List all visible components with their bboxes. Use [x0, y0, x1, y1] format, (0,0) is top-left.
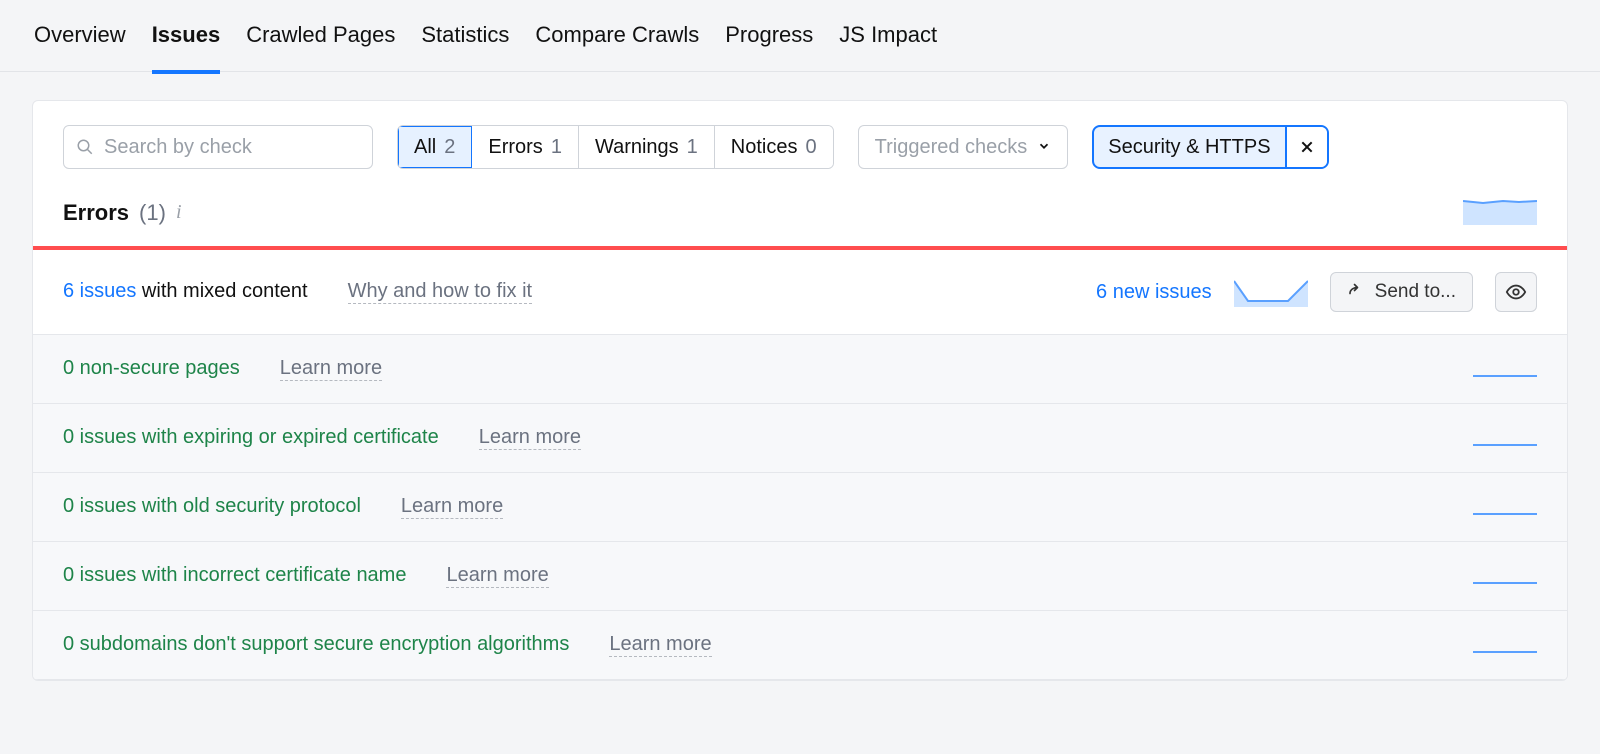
- issue-title: 0 issues with expiring or expired certif…: [63, 426, 439, 449]
- learn-more-link[interactable]: Learn more: [446, 564, 548, 588]
- send-to-button[interactable]: Send to...: [1330, 272, 1473, 312]
- info-icon[interactable]: i: [176, 201, 182, 224]
- search-icon: [76, 138, 94, 156]
- issue-sparkline-flat: [1473, 651, 1537, 653]
- issue-row-mixed-content[interactable]: 6 issues with mixed content Why and how …: [33, 250, 1567, 335]
- top-nav: Overview Issues Crawled Pages Statistics…: [0, 0, 1600, 72]
- tab-crawled-pages[interactable]: Crawled Pages: [246, 8, 395, 74]
- issue-sparkline: [1234, 277, 1308, 307]
- tab-compare-crawls[interactable]: Compare Crawls: [535, 8, 699, 74]
- segment-notices[interactable]: Notices 0: [715, 126, 833, 168]
- segment-all[interactable]: All 2: [398, 126, 472, 168]
- segment-errors[interactable]: Errors 1: [472, 126, 579, 168]
- learn-more-link[interactable]: Learn more: [401, 495, 503, 519]
- issue-sparkline-flat: [1473, 582, 1537, 584]
- segment-label: Notices: [731, 136, 798, 159]
- issue-title: 0 non-secure pages: [63, 357, 240, 380]
- section-sparkline: [1463, 195, 1537, 225]
- tab-statistics[interactable]: Statistics: [421, 8, 509, 74]
- tab-overview[interactable]: Overview: [34, 8, 126, 74]
- send-to-label: Send to...: [1375, 281, 1456, 303]
- learn-more-link[interactable]: Learn more: [609, 633, 711, 657]
- learn-more-link[interactable]: Learn more: [479, 426, 581, 450]
- segment-warnings[interactable]: Warnings 1: [579, 126, 715, 168]
- new-issues-link[interactable]: 6 new issues: [1096, 281, 1212, 304]
- tab-issues[interactable]: Issues: [152, 8, 221, 74]
- search-input[interactable]: [104, 136, 360, 159]
- tab-js-impact[interactable]: JS Impact: [839, 8, 937, 74]
- filter-bar: All 2 Errors 1 Warnings 1 Notices 0 Trig…: [33, 101, 1567, 191]
- segment-label: Warnings: [595, 136, 679, 159]
- issue-title: 0 subdomains don't support secure encryp…: [63, 633, 569, 656]
- section-count: (1): [139, 200, 166, 226]
- issue-title: 0 issues with incorrect certificate name: [63, 564, 406, 587]
- share-arrow-icon: [1347, 283, 1365, 301]
- issue-title: 0 issues with old security protocol: [63, 495, 361, 518]
- severity-segmented: All 2 Errors 1 Warnings 1 Notices 0: [397, 125, 834, 169]
- segment-count: 2: [444, 136, 455, 159]
- segment-count: 0: [806, 136, 817, 159]
- tab-progress[interactable]: Progress: [725, 8, 813, 74]
- filter-tag-security-https: Security & HTTPS: [1092, 125, 1328, 169]
- issue-row-non-secure-pages[interactable]: 0 non-secure pages Learn more: [33, 335, 1567, 404]
- segment-count: 1: [687, 136, 698, 159]
- issues-panel: All 2 Errors 1 Warnings 1 Notices 0 Trig…: [32, 100, 1568, 681]
- eye-icon: [1505, 281, 1527, 303]
- issue-row-expiring-certificate[interactable]: 0 issues with expiring or expired certif…: [33, 404, 1567, 473]
- issue-sparkline-flat: [1473, 375, 1537, 377]
- section-title: Errors: [63, 200, 129, 226]
- chevron-down-icon: [1037, 136, 1051, 159]
- segment-label: Errors: [488, 136, 542, 159]
- segment-count: 1: [551, 136, 562, 159]
- issue-row-old-security-protocol[interactable]: 0 issues with old security protocol Lear…: [33, 473, 1567, 542]
- dropdown-label: Triggered checks: [875, 136, 1028, 159]
- issue-sparkline-flat: [1473, 444, 1537, 446]
- learn-more-link[interactable]: Learn more: [280, 357, 382, 381]
- search-field[interactable]: [63, 125, 373, 169]
- close-icon: [1299, 139, 1315, 155]
- filter-tag-label[interactable]: Security & HTTPS: [1094, 127, 1284, 167]
- issue-row-incorrect-certificate-name[interactable]: 0 issues with incorrect certificate name…: [33, 542, 1567, 611]
- issue-title: 6 issues with mixed content: [63, 280, 308, 303]
- issue-row-subdomains-no-secure-algo[interactable]: 0 subdomains don't support secure encryp…: [33, 611, 1567, 680]
- segment-label: All: [414, 136, 436, 159]
- filter-tag-remove[interactable]: [1285, 127, 1327, 167]
- why-and-how-link[interactable]: Why and how to fix it: [348, 280, 533, 304]
- triggered-checks-dropdown[interactable]: Triggered checks: [858, 125, 1069, 169]
- errors-section-header: Errors (1) i: [33, 191, 1567, 246]
- issue-sparkline-flat: [1473, 513, 1537, 515]
- view-button[interactable]: [1495, 272, 1537, 312]
- issue-count-link[interactable]: 6 issues: [63, 280, 136, 302]
